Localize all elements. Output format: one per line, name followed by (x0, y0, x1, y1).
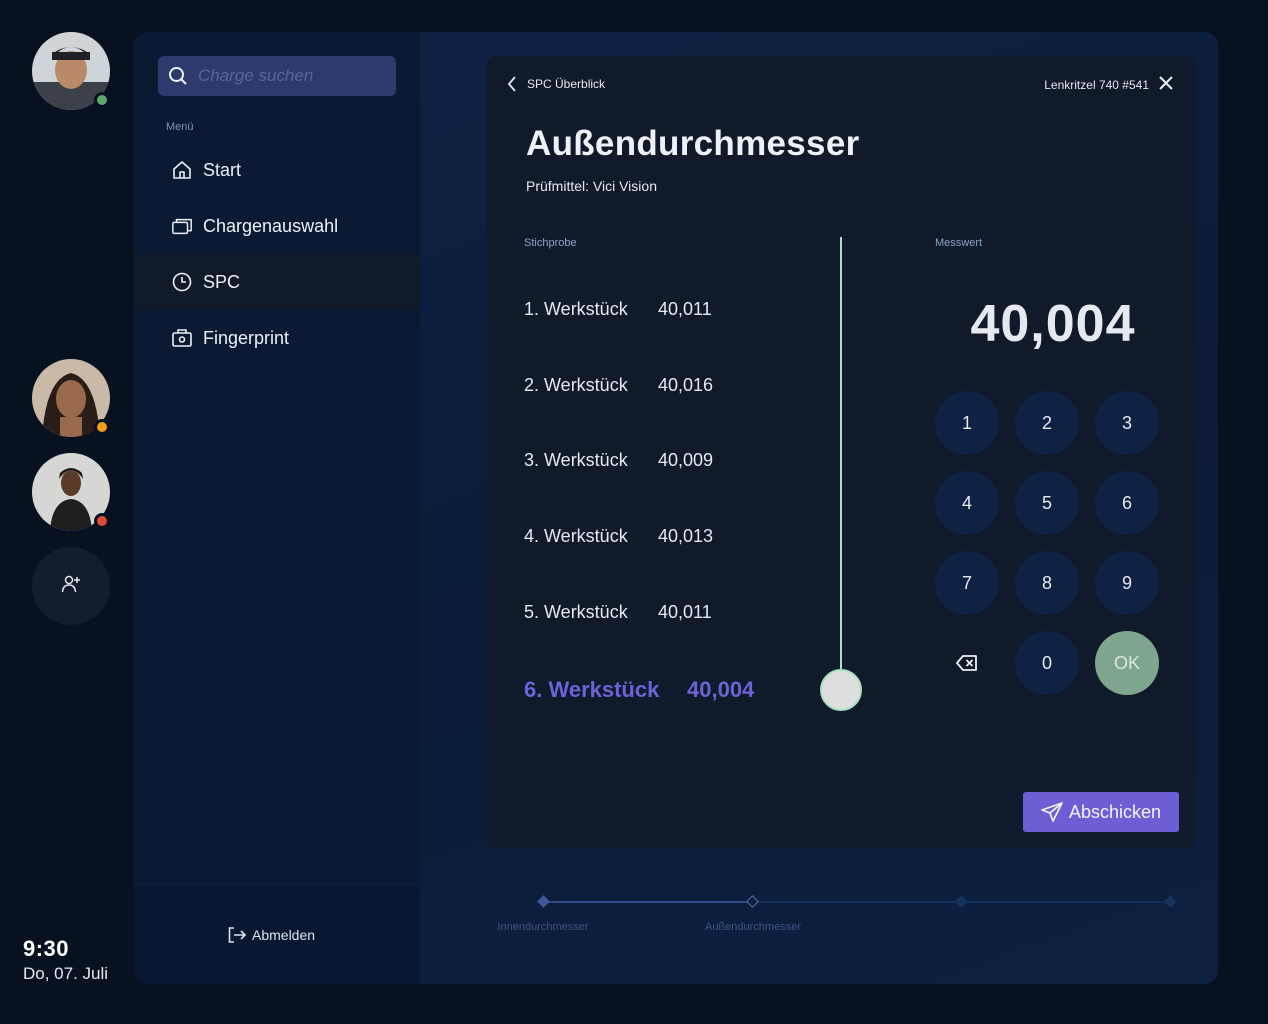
sample-name: 1. Werkstück (524, 299, 628, 319)
sample-value: 40,004 (687, 677, 755, 702)
add-user-button[interactable] (32, 547, 110, 625)
sample-value: 40,009 (658, 450, 714, 470)
page-title: Außendurchmesser (526, 124, 860, 163)
sidebar-item-label: Fingerprint (203, 327, 290, 348)
step-label: Innendurchmesser (497, 921, 589, 933)
sidebar-item-label: SPC (203, 271, 241, 292)
status-online-indicator (94, 92, 110, 108)
key-3[interactable]: 3 (1095, 391, 1159, 455)
search-icon (168, 66, 188, 86)
key-6[interactable]: 6 (1095, 471, 1159, 535)
search-input[interactable] (198, 66, 388, 86)
sample-name: 6. Werkstück (524, 677, 660, 702)
windows-icon (171, 215, 193, 237)
backspace-button[interactable] (935, 631, 999, 695)
status-busy-indicator (94, 513, 110, 529)
key-4[interactable]: 4 (935, 471, 999, 535)
sample-row[interactable]: 2. Werkstück 40,016 (524, 375, 713, 396)
send-icon (1041, 802, 1063, 822)
sidebar-item-label: Start (203, 159, 242, 180)
sample-row[interactable]: 1. Werkstück 40,011 (524, 299, 712, 320)
sample-value: 40,016 (658, 375, 714, 395)
part-label: Lenkritzel 740 #541 (1044, 78, 1149, 92)
sample-value: 40,011 (658, 602, 712, 622)
logout-label: Abmelden (252, 927, 316, 943)
sidebar-item-label: Chargenauswahl (203, 215, 339, 236)
sample-name: 2. Werkstück (524, 375, 628, 395)
reading-column-label: Messwert (935, 237, 983, 249)
key-2[interactable]: 2 (1015, 391, 1079, 455)
gauge-label: Prüfmittel: Vici Vision (526, 178, 657, 194)
step-label-current: Außendurchmesser (705, 921, 801, 933)
logout-button[interactable]: Abmelden (228, 927, 315, 943)
step-node[interactable] (537, 895, 550, 908)
close-button[interactable] (1157, 74, 1175, 92)
stepper-line-done (543, 901, 753, 903)
key-5[interactable]: 5 (1015, 471, 1079, 535)
sample-slider-track (840, 237, 842, 669)
step-node-current[interactable] (746, 895, 759, 908)
sample-row[interactable]: 5. Werkstück 40,011 (524, 602, 712, 623)
sample-value: 40,011 (658, 299, 712, 319)
ok-button[interactable]: OK (1095, 631, 1159, 695)
camera-icon (171, 327, 193, 349)
back-label: SPC Überblick (527, 77, 606, 91)
measured-value-display: 40,004 (970, 295, 1136, 353)
avatar-user-2[interactable] (32, 359, 110, 437)
app-window: Menü Start Chargenauswahl (134, 32, 1218, 984)
sidebar-footer: Abmelden (134, 884, 420, 984)
chevron-left-icon (507, 76, 517, 92)
avatar-user-1[interactable] (32, 32, 110, 110)
submit-button[interactable]: Abschicken (1023, 792, 1179, 832)
avatar-user-3[interactable] (32, 453, 110, 531)
search-box[interactable] (158, 56, 396, 96)
backspace-icon (956, 655, 978, 671)
sample-row-current[interactable]: 6. Werkstück 40,004 (524, 677, 754, 703)
status-away-indicator (94, 419, 110, 435)
sidebar-item-spc[interactable]: SPC (134, 254, 420, 310)
clock: 9:30 Do, 07. Juli (23, 936, 108, 984)
logout-icon (228, 927, 246, 943)
sidebar: Menü Start Chargenauswahl (134, 32, 420, 984)
key-7[interactable]: 7 (935, 551, 999, 615)
sample-value: 40,013 (658, 526, 714, 546)
key-0[interactable]: 0 (1015, 631, 1079, 695)
progress-stepper: Innendurchmesser Außendurchmesser (420, 887, 1218, 967)
menu-label: Menü (166, 121, 194, 133)
clock-date: Do, 07. Juli (23, 964, 109, 983)
add-user-icon (61, 574, 81, 599)
measurement-card: SPC Überblick Lenkritzel 740 #541 Außend… (487, 56, 1195, 848)
sidebar-item-chargenauswahl[interactable]: Chargenauswahl (134, 198, 420, 254)
sample-row[interactable]: 4. Werkstück 40,013 (524, 526, 713, 547)
key-8[interactable]: 8 (1015, 551, 1079, 615)
sample-name: 4. Werkstück (524, 526, 628, 546)
home-icon (171, 159, 193, 181)
sidebar-item-fingerprint[interactable]: Fingerprint (134, 310, 420, 366)
sample-column-label: Stichprobe (524, 237, 577, 249)
key-9[interactable]: 9 (1095, 551, 1159, 615)
sample-name: 3. Werkstück (524, 450, 628, 470)
back-button[interactable]: SPC Überblick (507, 76, 605, 92)
step-node[interactable] (955, 895, 968, 908)
close-icon (1159, 76, 1173, 90)
clock-time: 9:30 (23, 936, 70, 961)
sample-row[interactable]: 3. Werkstück 40,009 (524, 450, 713, 471)
sample-name: 5. Werkstück (524, 602, 628, 622)
submit-label: Abschicken (1068, 801, 1162, 822)
sidebar-item-start[interactable]: Start (134, 142, 420, 198)
step-node[interactable] (1164, 895, 1177, 908)
sample-slider-handle[interactable] (820, 669, 862, 711)
clock-icon (171, 271, 193, 293)
key-1[interactable]: 1 (935, 391, 999, 455)
